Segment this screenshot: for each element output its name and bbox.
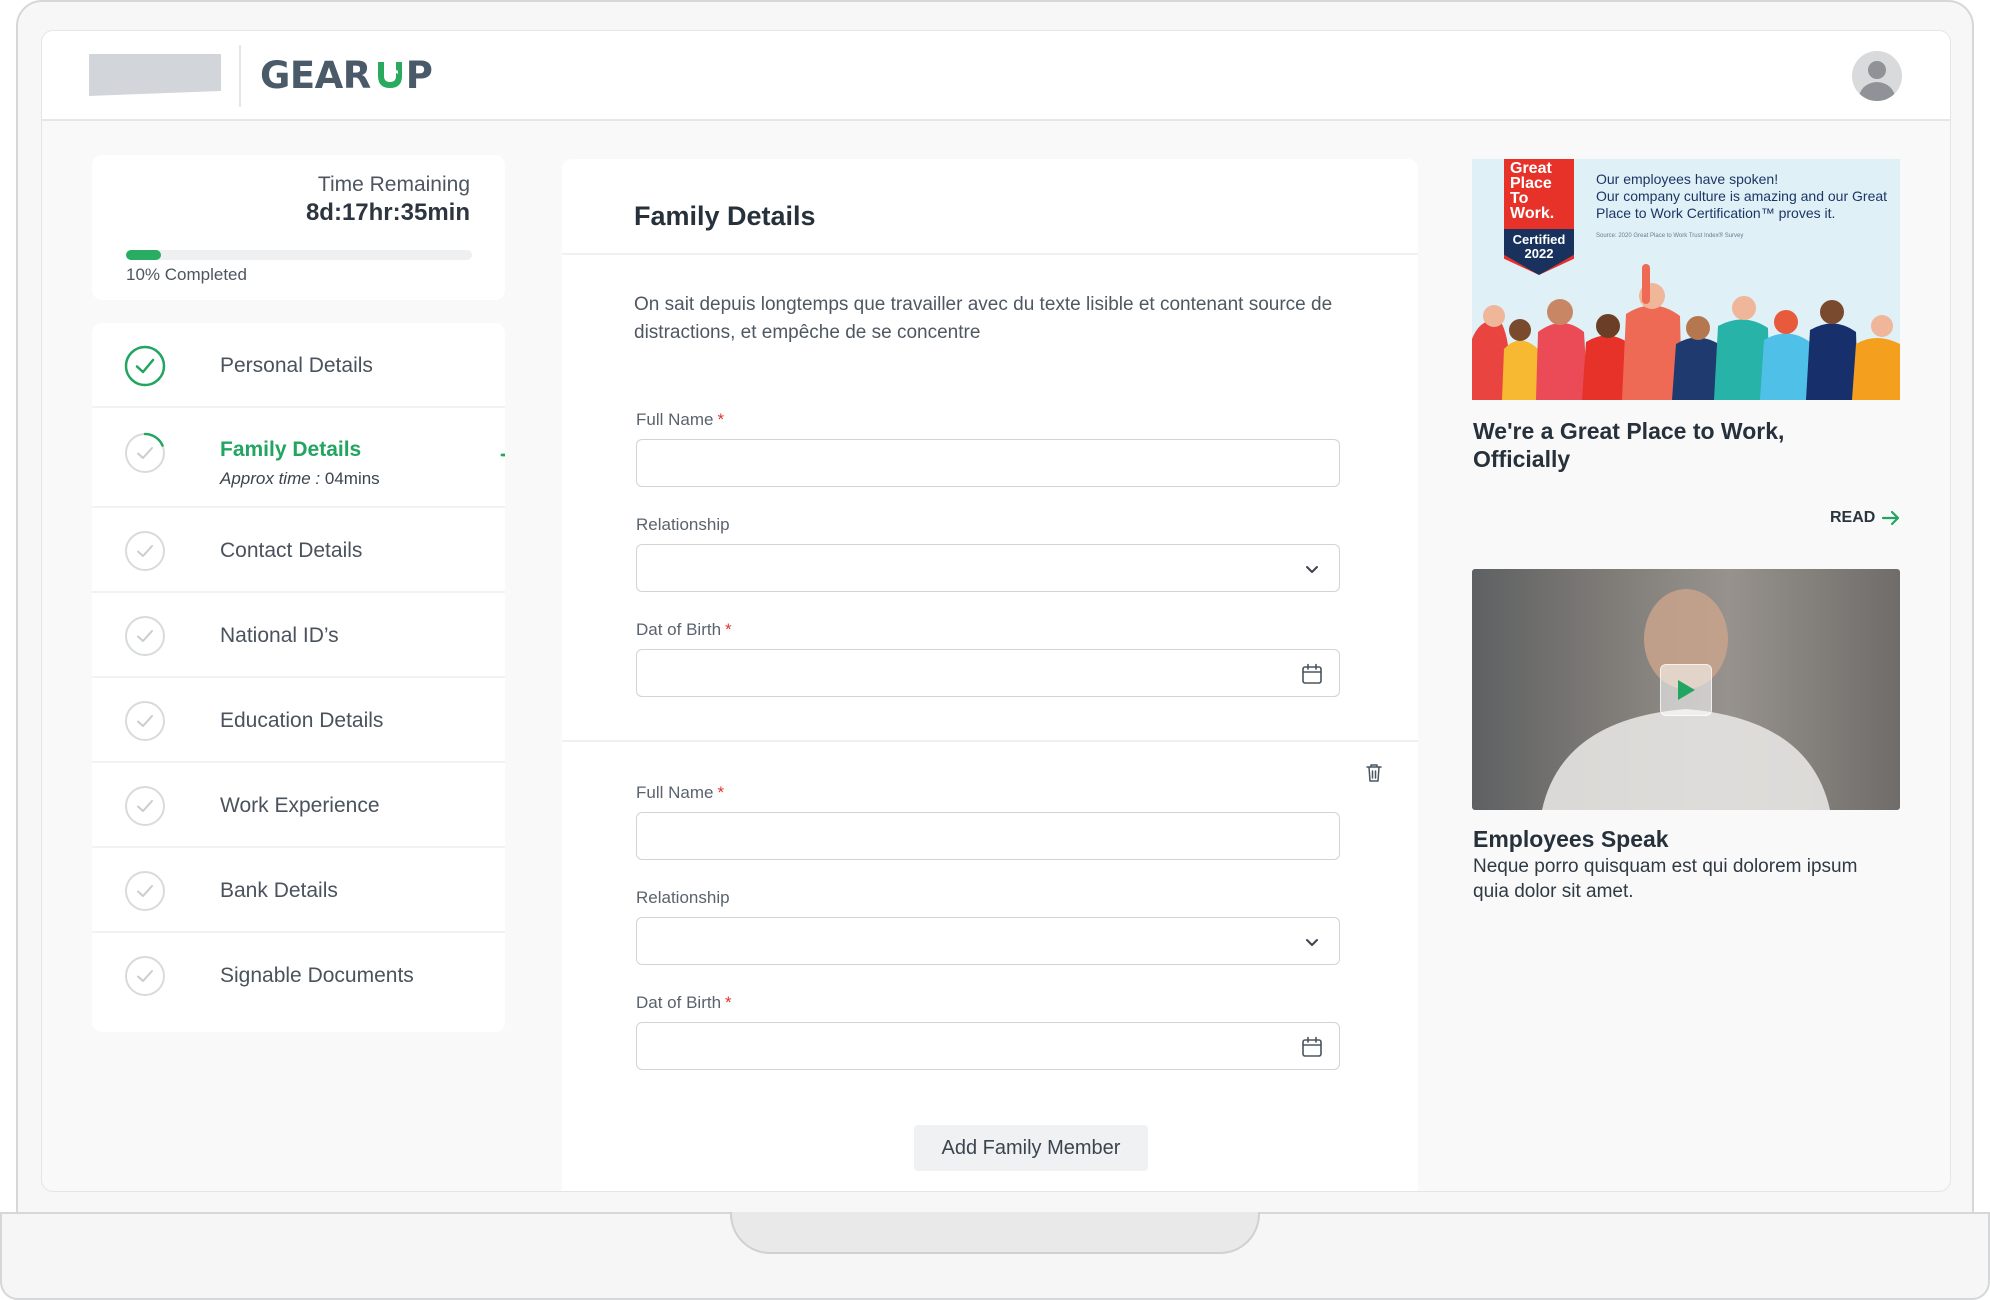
step-contact-details[interactable]: Contact Details xyxy=(92,508,505,593)
progress-bar-fill xyxy=(126,250,161,260)
step-family-details[interactable]: Family Details Approx time : 04mins xyxy=(92,408,505,508)
check-circle-pending-icon xyxy=(125,871,165,911)
step-work-experience[interactable]: Work Experience xyxy=(92,763,505,848)
progress-text: 10% Completed xyxy=(126,265,247,284)
step-bank-details[interactable]: Bank Details xyxy=(92,848,505,933)
label-text: Dat of Birth xyxy=(636,993,722,1012)
arrow-right-icon xyxy=(1882,510,1900,526)
relationship-select[interactable] xyxy=(636,544,1340,592)
step-approx-time: Approx time : 04mins xyxy=(220,469,380,489)
check-circle-pending-icon xyxy=(125,701,165,741)
family-details-form: Family Details On sait depuis longtemps … xyxy=(562,159,1418,1191)
label-text: Full Name xyxy=(636,783,714,802)
step-education-details[interactable]: Education Details xyxy=(92,678,505,763)
top-header: GEAR P xyxy=(42,31,1950,121)
check-circle-pending-icon xyxy=(125,616,165,656)
check-circle-completed-icon xyxy=(124,345,166,387)
full-name-label: Full Name * xyxy=(636,410,724,430)
relationship-select[interactable] xyxy=(636,917,1340,965)
chevron-down-icon xyxy=(1306,939,1318,946)
required-mark: * xyxy=(725,993,732,1012)
user-silhouette-icon xyxy=(1858,61,1896,101)
step-label: Education Details xyxy=(220,709,384,732)
check-circle-pending-icon xyxy=(125,786,165,826)
form-title: Family Details xyxy=(634,201,816,231)
calendar-icon[interactable] xyxy=(1301,663,1323,685)
step-label: Personal Details xyxy=(220,354,373,377)
video-description: Neque porro quisquam est qui dolorem ips… xyxy=(1473,856,1858,902)
read-link[interactable]: READ xyxy=(1830,509,1901,527)
full-name-input[interactable] xyxy=(636,812,1340,860)
full-name-label: Full Name * xyxy=(636,783,724,803)
play-icon xyxy=(1678,680,1695,700)
badge-line: To xyxy=(1510,190,1529,207)
step-signable-documents[interactable]: Signable Documents xyxy=(92,933,505,1018)
calendar-icon[interactable] xyxy=(1301,1036,1323,1058)
brand-u-mark-icon xyxy=(377,62,402,88)
check-circle-in-progress-icon xyxy=(125,432,165,473)
onboarding-steps: Personal Details Family Details Approx t… xyxy=(92,323,505,1032)
approx-time-value: 04mins xyxy=(324,469,380,488)
company-logo-placeholder xyxy=(89,54,221,96)
laptop-notch xyxy=(730,1212,1260,1254)
trash-icon[interactable] xyxy=(1365,763,1383,783)
logo-divider xyxy=(239,45,241,107)
read-label: READ xyxy=(1830,509,1876,526)
time-remaining-label: Time Remaining xyxy=(317,173,470,196)
app-screen: GEAR P Time Remaining 8d:17hr:35min 10% … xyxy=(41,30,1951,1192)
employees-illustration xyxy=(1472,264,1900,400)
check-circle-pending-icon xyxy=(125,956,165,996)
employees-video[interactable] xyxy=(1472,569,1900,810)
chevron-down-icon xyxy=(1306,566,1318,573)
dob-input[interactable] xyxy=(636,1022,1340,1070)
great-place-to-work-banner[interactable]: Great Place To Work. Certified 2022 Our … xyxy=(1472,159,1900,400)
video-title: Employees Speak xyxy=(1473,826,1669,852)
badge-line: Work. xyxy=(1510,205,1555,222)
brand-name-right: P xyxy=(405,53,433,97)
promo-title: We're a Great Place to Work, Officially xyxy=(1473,418,1785,472)
form-description: On sait depuis longtemps que travailler … xyxy=(634,294,1333,343)
dob-input[interactable] xyxy=(636,649,1340,697)
add-family-member-button[interactable]: Add Family Member xyxy=(914,1125,1148,1171)
badge-certified-label: Certified xyxy=(1512,232,1566,247)
title-divider xyxy=(562,253,1418,255)
time-remaining-card: Time Remaining 8d:17hr:35min 10% Complet… xyxy=(92,155,505,300)
label-text: Full Name xyxy=(636,410,714,429)
step-label: Work Experience xyxy=(220,794,380,817)
time-remaining-value: 8d:17hr:35min xyxy=(305,199,470,226)
step-label: Bank Details xyxy=(220,879,338,902)
user-avatar[interactable] xyxy=(1852,51,1902,101)
required-mark: * xyxy=(725,620,732,639)
play-button[interactable] xyxy=(1660,664,1712,716)
step-label: Contact Details xyxy=(220,539,363,562)
gearup-logo[interactable]: GEAR P xyxy=(260,51,433,99)
approx-time-label: Approx time : xyxy=(220,469,325,488)
dob-label: Dat of Birth * xyxy=(636,993,732,1013)
full-name-input[interactable] xyxy=(636,439,1340,487)
member-divider xyxy=(562,740,1418,742)
step-label: Signable Documents xyxy=(220,964,414,987)
step-label: National ID’s xyxy=(220,624,339,647)
step-national-ids[interactable]: National ID’s xyxy=(92,593,505,678)
step-personal-details[interactable]: Personal Details xyxy=(92,323,505,408)
check-circle-pending-icon xyxy=(125,531,165,571)
arrow-right-icon xyxy=(500,453,505,457)
progress-bar xyxy=(126,250,472,260)
promo-banner-text: Our employees have spoken! Our company c… xyxy=(1596,171,1896,222)
relationship-label: Relationship xyxy=(636,888,730,907)
promo-text-line: Our company culture is amazing and our G… xyxy=(1596,188,1888,221)
promo-text-line: Our employees have spoken! xyxy=(1596,171,1779,187)
dob-label: Dat of Birth * xyxy=(636,620,732,640)
badge-title: Great Place To Work. xyxy=(1510,160,1555,222)
promo-source: Source: 2020 Great Place to Work Trust I… xyxy=(1596,233,1744,239)
label-text: Dat of Birth xyxy=(636,620,722,639)
required-mark: * xyxy=(717,410,725,429)
badge-line: Place xyxy=(1510,175,1552,192)
badge-line: Great xyxy=(1510,160,1552,177)
relationship-label: Relationship xyxy=(636,515,730,534)
step-label: Family Details xyxy=(220,438,362,461)
brand-name-left: GEAR xyxy=(260,53,371,97)
required-mark: * xyxy=(717,783,725,802)
